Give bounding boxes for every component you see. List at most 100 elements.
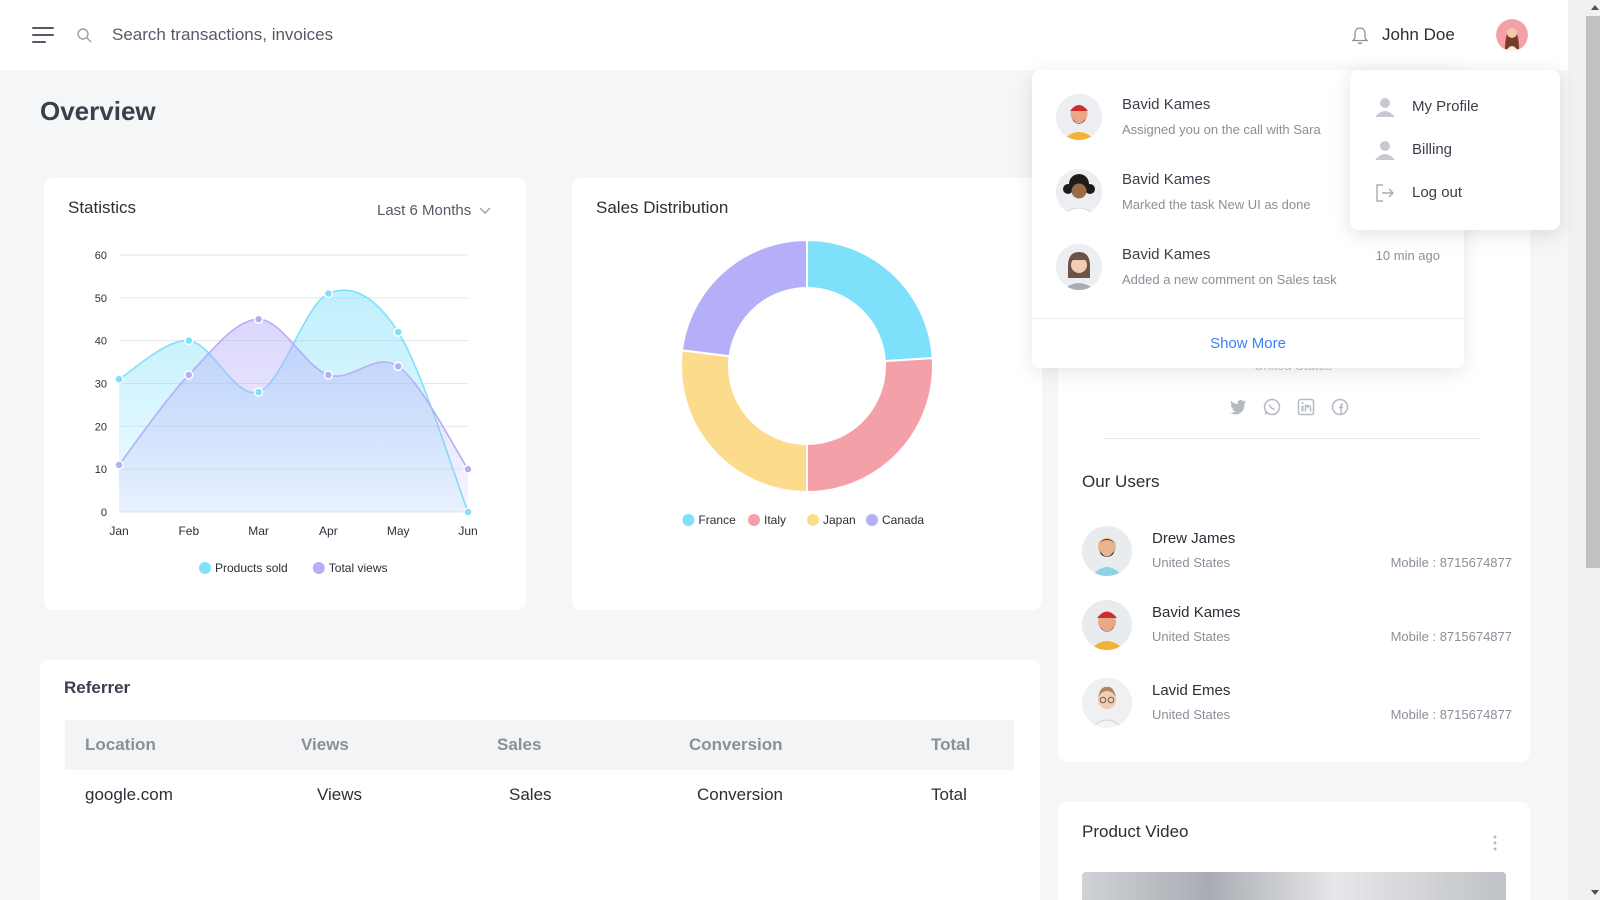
data-point[interactable] xyxy=(393,361,403,372)
legend-label: Products sold xyxy=(215,561,288,575)
search-icon xyxy=(77,28,92,43)
x-tick-label: Apr xyxy=(319,524,338,538)
whatsapp-icon[interactable] xyxy=(1262,397,1282,417)
more-options-icon[interactable] xyxy=(1492,834,1498,852)
data-point[interactable] xyxy=(463,464,473,474)
notification-avatar xyxy=(1056,244,1102,290)
y-tick-label: 30 xyxy=(95,379,107,391)
col-conversion: Conversion xyxy=(689,735,783,754)
menu-item-log-out[interactable]: Log out xyxy=(1374,178,1544,208)
pie-slice[interactable] xyxy=(806,238,934,363)
user-avatar xyxy=(1082,600,1132,650)
social-links xyxy=(1228,397,1350,417)
user-name[interactable]: John Doe xyxy=(1382,25,1455,45)
search-input[interactable] xyxy=(112,20,532,50)
user-mobile: Mobile : 8715674877 xyxy=(1390,555,1512,570)
user-location: United States xyxy=(1152,707,1231,722)
menu-item-my-profile[interactable]: My Profile xyxy=(1374,92,1544,122)
col-location: Location xyxy=(85,735,156,754)
data-point[interactable] xyxy=(184,335,194,346)
data-point[interactable] xyxy=(393,327,403,337)
user-icon xyxy=(1375,98,1395,117)
notification-avatar xyxy=(1056,169,1102,215)
notification-name: Bavid Kames xyxy=(1122,96,1211,113)
profile-menu: My Profile Billing Log out xyxy=(1350,70,1560,230)
notification-text: Added a new comment on Sales task xyxy=(1122,272,1337,287)
show-more-button[interactable]: Show More xyxy=(1210,335,1286,352)
notification-name: Bavid Kames xyxy=(1122,171,1211,188)
video-thumbnail[interactable] xyxy=(1082,872,1506,900)
legend-dot xyxy=(748,514,760,526)
table-header: Location Views Sales Conversion Total xyxy=(65,720,1014,770)
data-point[interactable] xyxy=(253,387,264,397)
legend-label: Canada xyxy=(882,513,924,527)
list-item[interactable]: Drew James United States Mobile : 871567… xyxy=(1082,526,1512,576)
bell-icon[interactable] xyxy=(1350,26,1370,46)
twitter-icon[interactable] xyxy=(1228,397,1248,417)
list-item[interactable]: Bavid Kames United States Mobile : 87156… xyxy=(1082,600,1512,650)
list-item[interactable]: Lavid Emes United States Mobile : 871567… xyxy=(1082,678,1512,728)
x-tick-label: Jan xyxy=(109,524,128,538)
scroll-down-icon[interactable] xyxy=(1568,886,1600,900)
y-tick-label: 0 xyxy=(101,507,107,519)
users-title: Our Users xyxy=(1082,472,1160,491)
user-mobile: Mobile : 8715674877 xyxy=(1390,707,1512,722)
data-point[interactable] xyxy=(114,460,124,470)
user-avatar xyxy=(1082,678,1132,728)
y-tick-label: 20 xyxy=(95,421,107,433)
logout-icon xyxy=(1376,184,1394,202)
sales-distribution-chart: France Italy Japan Canada xyxy=(680,238,934,527)
menu-label: Billing xyxy=(1412,141,1453,158)
divider xyxy=(1104,438,1480,439)
data-point[interactable] xyxy=(114,374,124,384)
notification-item[interactable]: Bavid Kames Added a new comment on Sales… xyxy=(1056,244,1440,294)
legend-label: France xyxy=(698,513,736,527)
product-video-card: Product Video xyxy=(1058,802,1530,900)
pie-slice[interactable] xyxy=(680,349,808,494)
row-sales: Sales xyxy=(509,785,552,804)
menu-item-billing[interactable]: Billing xyxy=(1374,135,1544,165)
data-point[interactable] xyxy=(323,370,334,380)
notification-text: Marked the task New UI as done xyxy=(1122,197,1311,212)
data-point[interactable] xyxy=(184,370,194,380)
avatar[interactable] xyxy=(1496,19,1528,51)
user-name: Drew James xyxy=(1152,530,1236,547)
legend-dot xyxy=(682,514,695,526)
legend-label: Total views xyxy=(329,561,388,575)
y-tick-label: 10 xyxy=(95,464,107,476)
table-row[interactable]: google.com Views Sales Conversion Total xyxy=(65,770,1014,820)
facebook-icon[interactable] xyxy=(1330,397,1350,417)
notification-avatar xyxy=(1056,94,1102,140)
legend-label: Italy xyxy=(764,513,786,527)
menu-label: My Profile xyxy=(1412,98,1479,115)
notification-time: 10 min ago xyxy=(1375,248,1440,263)
data-point[interactable] xyxy=(463,507,473,517)
x-tick-label: Feb xyxy=(178,524,199,538)
legend-dot xyxy=(199,562,211,574)
y-tick-label: 60 xyxy=(95,250,107,262)
row-location: google.com xyxy=(85,785,173,804)
row-total: Total xyxy=(931,785,967,804)
user-location: United States xyxy=(1152,555,1231,570)
pie-slice[interactable] xyxy=(806,357,934,494)
referrer-title: Referrer xyxy=(64,678,131,697)
menu-label: Log out xyxy=(1412,184,1463,201)
user-name: Lavid Emes xyxy=(1152,682,1231,699)
x-tick-label: May xyxy=(387,524,410,538)
pie-slice[interactable] xyxy=(680,238,808,358)
menu-icon[interactable] xyxy=(32,27,54,43)
data-point[interactable] xyxy=(253,314,264,324)
data-point[interactable] xyxy=(323,288,334,299)
scroll-up-icon[interactable] xyxy=(1568,0,1600,14)
scroll-thumb[interactable] xyxy=(1586,16,1600,568)
legend-label: Japan xyxy=(823,513,856,527)
linkedin-icon[interactable] xyxy=(1296,397,1316,417)
statistics-chart: 0 10 20 30 40 50 60 Jan Feb Mar Apr May Jun Products … xyxy=(95,250,478,575)
y-tick-label: 40 xyxy=(95,336,107,348)
x-tick-label: Jun xyxy=(458,524,477,538)
legend-dot xyxy=(312,562,325,574)
statistics-card: Statistics Last 6 Months 0 10 20 30 40 50 60 Ja… xyxy=(44,178,526,610)
top-bar: John Doe xyxy=(0,0,1568,70)
referrer-card: Referrer Location Views Sales Conversion… xyxy=(40,660,1040,900)
y-tick-label: 50 xyxy=(95,293,107,305)
